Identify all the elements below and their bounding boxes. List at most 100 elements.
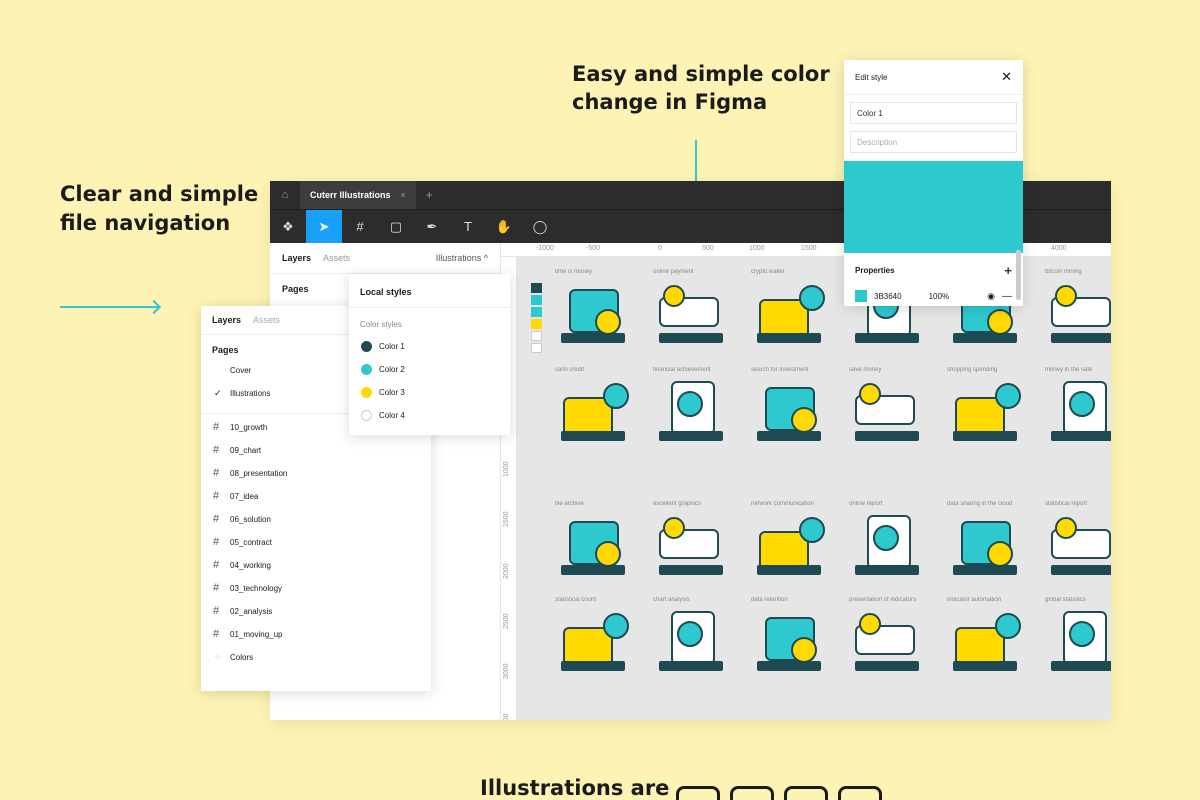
- tab-layers[interactable]: Layers: [282, 253, 311, 263]
- illustration-tile[interactable]: indicator automation: [947, 597, 1037, 679]
- file-tab[interactable]: Cuterr Illustrations ×: [300, 181, 416, 209]
- tile-label: bitcoin mining: [1045, 269, 1082, 275]
- illustration-tile[interactable]: statistical count: [555, 597, 645, 679]
- color-dot-icon: [361, 341, 372, 352]
- tile-label: network communication: [751, 501, 815, 507]
- illustration-tile[interactable]: excellent graphics: [653, 501, 743, 583]
- callout-color-change: Easy and simple color change in Figma: [572, 62, 830, 114]
- tile-label: data retention: [751, 597, 788, 603]
- illustration-art: [653, 377, 735, 449]
- illustration-tile[interactable]: chart analysis: [653, 597, 743, 679]
- canvas[interactable]: time is money online payment crypto wallet…: [517, 257, 1111, 720]
- layer-label: 04_working: [230, 561, 271, 570]
- color-style-item[interactable]: Color 1: [349, 335, 510, 358]
- page-label: Cover: [230, 366, 252, 375]
- format-icon: [676, 786, 720, 800]
- home-icon[interactable]: ⌂: [270, 181, 300, 209]
- illustration-tile[interactable]: file archive: [555, 501, 645, 583]
- fill-row[interactable]: 3B3640 100% ◉ —: [844, 284, 1023, 308]
- format-icon: [730, 786, 774, 800]
- ruler-tick: 3500: [503, 713, 510, 720]
- ruler-tick: 1000: [749, 245, 765, 252]
- color-style-item[interactable]: Color 3: [349, 381, 510, 404]
- new-tab-button[interactable]: +: [416, 188, 443, 202]
- color-dot-icon: [361, 364, 372, 375]
- fill-swatch[interactable]: [855, 290, 867, 302]
- layer-item-frame[interactable]: #03_technology: [201, 577, 431, 600]
- shape-tool-icon[interactable]: ▢: [378, 210, 414, 244]
- color-style-label: Color 1: [379, 342, 405, 351]
- fill-hex[interactable]: 3B3640: [874, 292, 902, 301]
- illustration-tile[interactable]: online report: [849, 501, 939, 583]
- eye-icon[interactable]: ◉: [987, 291, 995, 302]
- illustration-tile[interactable]: data sharing in the cloud: [947, 501, 1037, 583]
- frame-icon: #: [213, 536, 220, 548]
- tab-assets[interactable]: Assets: [253, 315, 280, 325]
- illustration-art: [555, 607, 637, 679]
- hand-tool-icon[interactable]: ✋: [486, 210, 522, 244]
- illustration-tile[interactable]: shopping spending: [947, 367, 1037, 449]
- illustration-tile[interactable]: time is money: [555, 269, 645, 351]
- illustration-art: [653, 607, 735, 679]
- illustration-tile[interactable]: data retention: [751, 597, 841, 679]
- illustration-art: [751, 377, 833, 449]
- text-tool-icon[interactable]: T: [450, 210, 486, 244]
- format-icon: [784, 786, 828, 800]
- illustration-tile[interactable]: search for investment: [751, 367, 841, 449]
- layer-label: Colors: [230, 653, 254, 662]
- illustration-art: [751, 279, 833, 351]
- color-style-label: Color 4: [379, 411, 405, 420]
- pen-tool-icon[interactable]: ✒: [414, 210, 450, 244]
- layer-label: 09_chart: [230, 446, 262, 455]
- file-tab-title: Cuterr Illustrations: [310, 190, 391, 200]
- illustration-tile[interactable]: crypto wallet: [751, 269, 841, 351]
- close-tab-icon[interactable]: ×: [401, 190, 406, 200]
- frame-icon: #: [213, 467, 220, 479]
- color-style-item[interactable]: Color 2: [349, 358, 510, 381]
- illustration-art: [1045, 377, 1111, 449]
- ruler-tick: 2000: [503, 563, 510, 579]
- illustration-tile[interactable]: network communication: [751, 501, 841, 583]
- tile-label: shopping spending: [947, 367, 998, 373]
- layer-item-frame[interactable]: #08_presentation: [201, 462, 431, 485]
- illustration-tile[interactable]: bitcoin mining: [1045, 269, 1111, 351]
- page-selector[interactable]: Illustrations ^: [436, 253, 488, 263]
- layer-item-frame[interactable]: #05_contract: [201, 531, 431, 554]
- move-tool-icon[interactable]: ➤: [306, 209, 342, 244]
- illustration-tile[interactable]: online payment: [653, 269, 743, 351]
- tab-layers[interactable]: Layers: [212, 315, 241, 325]
- illustration-tile[interactable]: presentation of indicators: [849, 597, 939, 679]
- illustration-tile[interactable]: cash credit: [555, 367, 645, 449]
- swatch: [531, 283, 542, 293]
- remove-fill-icon[interactable]: —: [1002, 291, 1012, 302]
- layer-item-frame[interactable]: #02_analysis: [201, 600, 431, 623]
- illustration-tile[interactable]: money in the safe: [1045, 367, 1111, 449]
- description-field[interactable]: Description: [850, 131, 1017, 153]
- layer-item-colors[interactable]: ⁘ Colors: [201, 646, 431, 669]
- layer-item-frame[interactable]: #06_solution: [201, 508, 431, 531]
- illustration-tile[interactable]: statistical report: [1045, 501, 1111, 583]
- frame-tool-icon[interactable]: #: [342, 210, 378, 244]
- illustration-tile[interactable]: save money: [849, 367, 939, 449]
- color-style-item[interactable]: Color 4: [349, 404, 510, 427]
- tab-assets[interactable]: Assets: [323, 253, 350, 263]
- swatch: [531, 295, 542, 305]
- add-property-icon[interactable]: +: [1004, 263, 1012, 278]
- tile-label: online report: [849, 501, 883, 507]
- comment-tool-icon[interactable]: ◯: [522, 210, 558, 244]
- scrollbar[interactable]: [1016, 250, 1021, 300]
- layer-item-frame[interactable]: #01_moving_up: [201, 623, 431, 646]
- figma-menu-icon[interactable]: ❖: [270, 210, 306, 244]
- illustration-art: [947, 607, 1029, 679]
- illustration-tile[interactable]: global statistics: [1045, 597, 1111, 679]
- color-preview: [844, 161, 1023, 253]
- fill-opacity[interactable]: 100%: [929, 292, 949, 301]
- close-icon[interactable]: ✕: [1001, 69, 1012, 85]
- layer-item-frame[interactable]: #09_chart: [201, 439, 431, 462]
- swatch: [531, 331, 542, 341]
- illustration-tile[interactable]: financial achievement: [653, 367, 743, 449]
- style-name-field[interactable]: Color 1: [850, 102, 1017, 124]
- color-style-label: Color 3: [379, 388, 405, 397]
- layer-item-frame[interactable]: #04_working: [201, 554, 431, 577]
- layer-item-frame[interactable]: #07_idea: [201, 485, 431, 508]
